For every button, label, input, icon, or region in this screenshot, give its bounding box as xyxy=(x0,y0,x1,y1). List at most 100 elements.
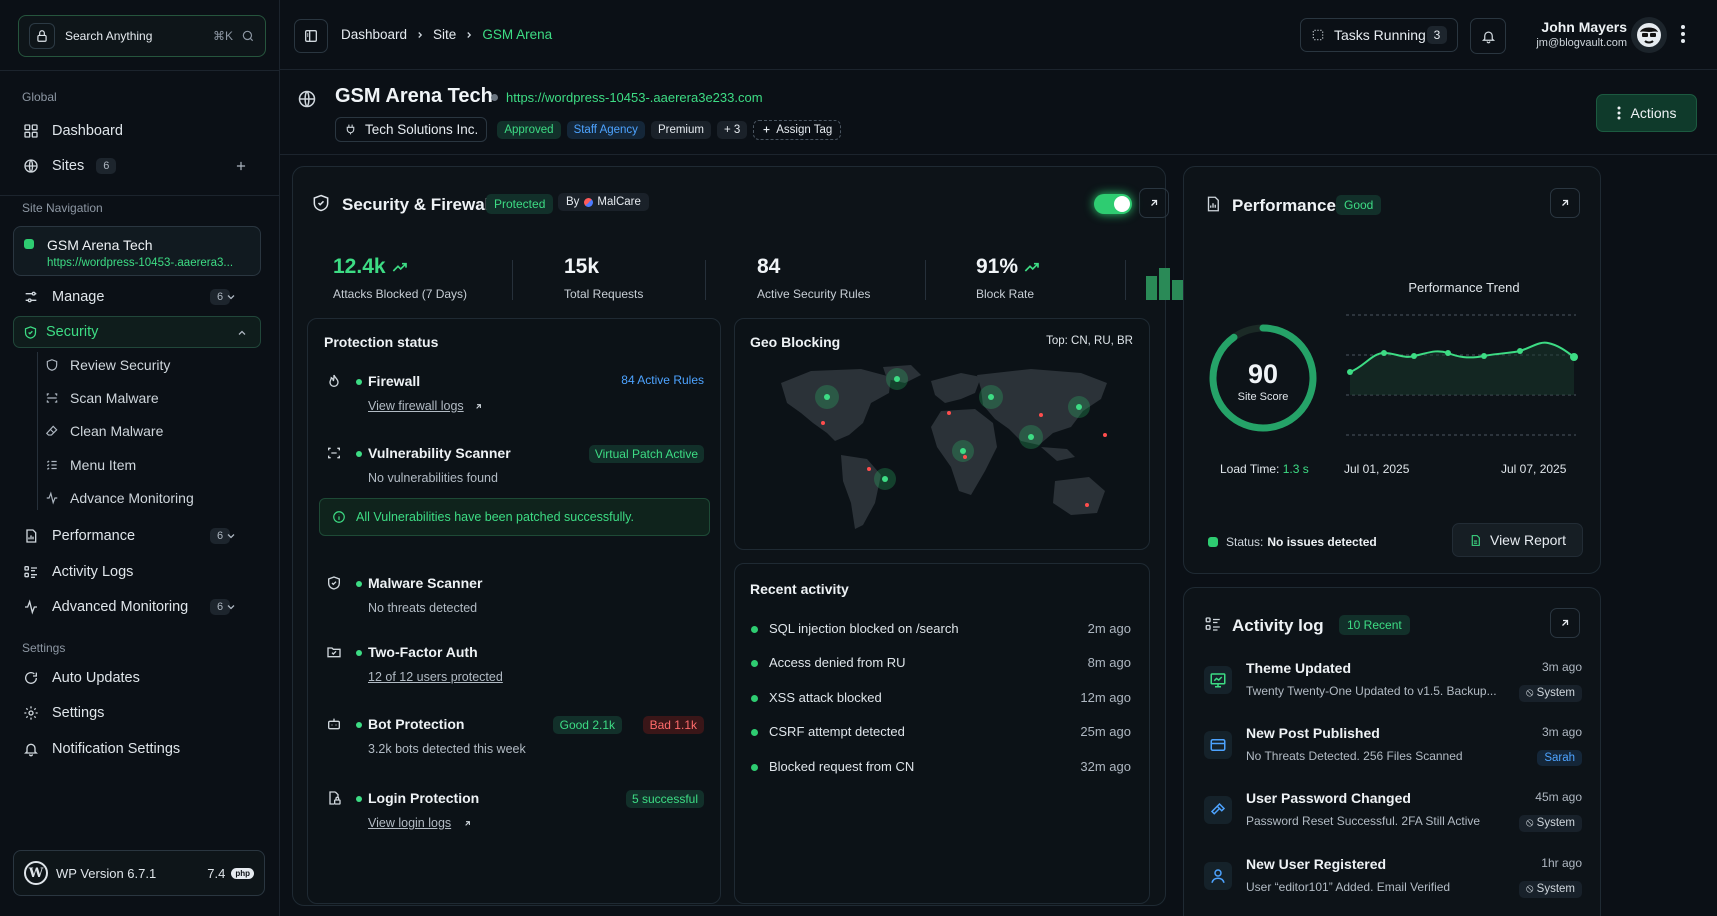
avatar[interactable] xyxy=(1631,17,1667,53)
notifications-button[interactable] xyxy=(1470,18,1506,54)
status-dot xyxy=(356,796,362,802)
protection-status-card: Protection status Firewall 84 Active Rul… xyxy=(307,318,721,904)
search-shortcut: ⌘K xyxy=(212,29,233,43)
log-title: User Password Changed xyxy=(1246,790,1411,806)
panel-title: Security & Firewall xyxy=(342,195,495,214)
site-url-link[interactable]: https://wordpress-10453-.aaerera3e233.co… xyxy=(506,90,763,105)
log-time: 3m ago xyxy=(1541,660,1582,674)
stat-value: 84 xyxy=(757,255,781,278)
stat-label: Block Rate xyxy=(976,287,1035,301)
sidebar: Search Anything ⌘K Global Dashboard Site… xyxy=(0,0,280,916)
org-chip[interactable]: Tech Solutions Inc. xyxy=(335,117,488,142)
virtual-patch-badge: Virtual Patch Active xyxy=(588,445,704,463)
divider xyxy=(705,260,706,300)
view-login-logs-link[interactable]: View login logs xyxy=(368,816,451,830)
view-firewall-logs-link[interactable]: View firewall logs xyxy=(368,399,464,413)
status-dot xyxy=(356,650,362,656)
globe-icon xyxy=(297,89,317,109)
tree-line xyxy=(37,352,38,510)
tag-more[interactable]: + 3 xyxy=(716,120,748,139)
security-expand-button[interactable] xyxy=(1139,188,1169,218)
geo-top-countries: Top: CN, RU, BR xyxy=(1046,335,1133,347)
sidebar-subitem-scan-malware[interactable]: Scan Malware xyxy=(44,390,159,406)
malcare-icon xyxy=(584,197,594,207)
search-icon[interactable] xyxy=(241,29,255,43)
sidebar-item-security[interactable]: Security xyxy=(13,316,261,348)
user-info: John Mayers jm@blogvault.com xyxy=(1521,19,1627,49)
breadcrumb-dashboard[interactable]: Dashboard xyxy=(341,27,407,42)
firewall-rules-count: 84 Active Rules xyxy=(621,373,704,387)
load-time: Load Time: 1.3 s xyxy=(1220,462,1309,476)
activity-text: Blocked request from CN xyxy=(769,759,915,774)
chevron-right-icon xyxy=(464,30,474,40)
protection-name: Bot Protection xyxy=(368,716,465,732)
users-protected-link[interactable]: 12 of 12 users protected xyxy=(368,670,503,684)
file-chart-icon xyxy=(1204,195,1222,213)
performance-expand-button[interactable] xyxy=(1550,188,1580,218)
recent-activity-card: Recent activity SQL injection blocked on… xyxy=(734,563,1150,904)
assign-tag-label: Assign Tag xyxy=(776,123,833,136)
sidebar-item-manage[interactable]: Manage 6 xyxy=(22,289,252,305)
trend-date-end: Jul 07, 2025 xyxy=(1501,462,1567,476)
trend-up-icon xyxy=(392,261,408,273)
site-header: GSM Arena Tech https://wordpress-10453-.… xyxy=(280,70,1717,155)
view-report-label: View Report xyxy=(1489,532,1566,548)
sidebar-item-advanced-monitoring[interactable]: Advanced Monitoring 6 xyxy=(22,599,252,615)
tasks-running-button[interactable]: Tasks Running 3 xyxy=(1300,18,1458,52)
activity-time: 32m ago xyxy=(1080,759,1131,774)
toggle-knob xyxy=(1114,196,1130,212)
performance-panel: Performance Good 90 Site Score Load Time… xyxy=(1183,166,1601,574)
status-dot xyxy=(356,451,362,457)
sidebar-item-settings[interactable]: Settings xyxy=(22,705,104,721)
sidebar-toggle-button[interactable] xyxy=(294,19,328,53)
log-actor: ⦸ System xyxy=(1518,815,1582,832)
protection-toggle[interactable] xyxy=(1094,194,1132,214)
by-label: By xyxy=(566,196,580,208)
breadcrumb-site[interactable]: Site xyxy=(433,27,456,42)
more-menu-button[interactable] xyxy=(1680,24,1686,47)
bot-good-badge: Good 2.1k xyxy=(552,716,622,734)
divider xyxy=(925,260,926,300)
list-item[interactable]: New User Registered User “editor101” Add… xyxy=(1204,856,1582,916)
plus-icon[interactable] xyxy=(232,159,250,173)
activity-expand-button[interactable] xyxy=(1550,608,1580,638)
refresh-icon xyxy=(22,670,40,686)
actions-button[interactable]: Actions xyxy=(1596,94,1697,132)
actor-name: System xyxy=(1536,817,1575,829)
sidebar-item-performance[interactable]: Performance 6 xyxy=(22,528,252,544)
current-site-card[interactable]: GSM Arena Tech https://wordpress-10453-.… xyxy=(13,226,261,276)
protection-name: Login Protection xyxy=(368,790,480,806)
sidebar-item-activity-logs[interactable]: Activity Logs xyxy=(22,564,133,580)
sliders-icon xyxy=(22,289,40,305)
log-actor: ⦸ System xyxy=(1518,685,1582,702)
log-desc: No Threats Detected. 256 Files Scanned xyxy=(1246,749,1463,763)
sidebar-item-dashboard[interactable]: Dashboard xyxy=(22,123,123,139)
view-report-button[interactable]: View Report xyxy=(1452,523,1583,557)
activity-text: SQL injection blocked on /search xyxy=(769,621,959,636)
protection-name: Two-Factor Auth xyxy=(368,644,478,660)
assign-tag-button[interactable]: Assign Tag xyxy=(753,119,842,140)
activity-log-panel: Activity log 10 Recent Theme Updated Twe… xyxy=(1183,587,1601,916)
sidebar-item-label: Security xyxy=(46,324,99,340)
activity-text: CSRF attempt detected xyxy=(769,724,905,739)
sidebar-item-label: Notification Settings xyxy=(52,741,181,757)
search-bar[interactable]: Search Anything ⌘K xyxy=(18,15,266,57)
sidebar-subitem-advance-monitoring[interactable]: Advance Monitoring xyxy=(44,490,194,506)
list-item[interactable]: User Password Changed Password Reset Suc… xyxy=(1204,790,1582,850)
sidebar-subitem-menu-item[interactable]: Menu Item xyxy=(44,457,136,473)
sidebar-item-notification-settings[interactable]: Notification Settings xyxy=(22,741,180,757)
file-chart-icon xyxy=(22,528,40,544)
sidebar-item-sites[interactable]: Sites 6 xyxy=(22,158,252,174)
sidebar-subitem-clean-malware[interactable]: Clean Malware xyxy=(44,423,163,439)
list-item[interactable]: New Post Published No Threats Detected. … xyxy=(1204,725,1582,785)
protection-row-vulnerability: Vulnerability Scanner Virtual Patch Acti… xyxy=(324,445,704,489)
status-label: Status: xyxy=(1226,535,1264,549)
card-icon xyxy=(1204,731,1232,759)
tasks-count: 3 xyxy=(1427,26,1447,44)
login-successful-badge: 5 successful xyxy=(625,790,704,808)
sidebar-item-auto-updates[interactable]: Auto Updates xyxy=(22,670,140,686)
php-icon: php xyxy=(231,867,254,879)
protection-name: Firewall xyxy=(368,373,421,389)
list-item[interactable]: Theme Updated Twenty Twenty-One Updated … xyxy=(1204,660,1582,720)
sidebar-subitem-review-security[interactable]: Review Security xyxy=(44,357,170,373)
